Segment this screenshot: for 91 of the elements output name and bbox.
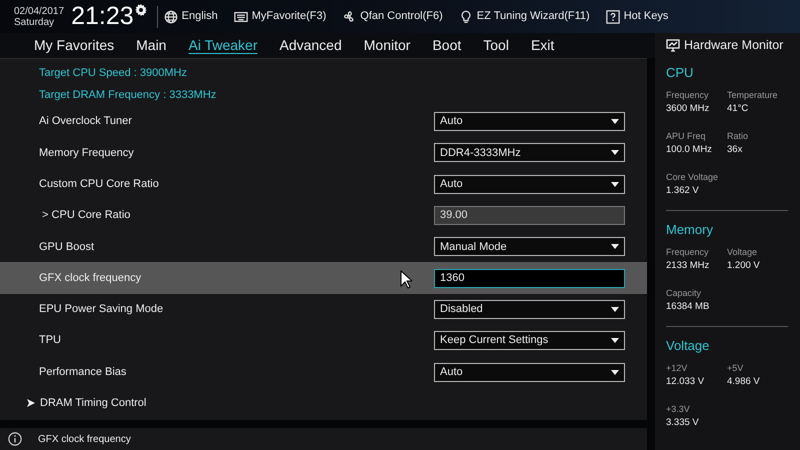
- weekday-text: Saturday: [14, 16, 56, 28]
- setting-label: TPU: [39, 333, 61, 348]
- metric-label: +3.3V: [666, 403, 691, 416]
- setting-row[interactable]: DRAM Timing Control: [0, 388, 647, 419]
- metric-label: Ratio: [727, 130, 750, 143]
- dropdown[interactable]: Disabled: [434, 300, 625, 319]
- fan-icon: [342, 10, 356, 24]
- settings-icon[interactable]: [134, 4, 147, 16]
- help-icon: [606, 10, 620, 24]
- metric-label: Temperature: [727, 89, 779, 102]
- monitor-icon: [666, 39, 680, 52]
- metric-value: 12.033 V: [666, 375, 706, 389]
- setting-label: Performance Bias: [39, 364, 126, 380]
- caret-icon: [611, 306, 619, 312]
- setting-label: Ai Overclock Tuner: [39, 114, 132, 130]
- keyboard-icon: [234, 10, 248, 24]
- mouse-cursor-icon: [400, 270, 412, 289]
- setting-label: > CPU Core Ratio: [41, 208, 130, 224]
- caret-icon: [611, 150, 619, 156]
- caret-icon: [611, 338, 619, 344]
- caret-icon: [611, 119, 619, 124]
- lightbulb-icon: [458, 10, 473, 24]
- nav-tab[interactable]: Exit: [530, 35, 554, 56]
- nav-tab[interactable]: Monitor: [364, 35, 410, 56]
- toolbar-button[interactable]: MyFavorite(F3): [234, 8, 326, 25]
- metric-label: APU Freq: [666, 130, 707, 143]
- info-icon: [8, 432, 22, 446]
- metric-value: 1.200 V: [727, 259, 761, 273]
- toolbar-button[interactable]: English: [164, 8, 218, 25]
- metric-value: 3.335 V: [666, 416, 700, 430]
- metric-label: Frequency: [666, 89, 710, 102]
- nav-tab[interactable]: Boot: [432, 35, 462, 56]
- setting-row[interactable]: TPU Keep Current Settings: [0, 325, 647, 356]
- info-text: Target DRAM Frequency : 3333MHz: [39, 88, 216, 103]
- setting-row[interactable]: GPU Boost Manual Mode: [0, 231, 647, 262]
- globe-icon: [164, 10, 178, 24]
- toolbar-button[interactable]: EZ Tuning Wizard(F11): [458, 8, 590, 25]
- nav-tab[interactable]: Ai Tweaker: [188, 35, 258, 56]
- setting-label: GFX clock frequency: [39, 270, 142, 286]
- nav-tab[interactable]: Tool: [483, 35, 509, 56]
- setting-row[interactable]: > CPU Core Ratio 39.00: [0, 200, 647, 232]
- metric-label: Core Voltage: [666, 171, 720, 184]
- metric-value: 16384 MB: [666, 300, 710, 314]
- metric-label: Voltage: [727, 246, 758, 259]
- setting-row[interactable]: GFX clock frequency 1360: [0, 262, 647, 294]
- dropdown[interactable]: Keep Current Settings: [434, 331, 625, 350]
- dropdown[interactable]: Manual Mode: [434, 237, 625, 256]
- panel-title: Hardware Monitor: [684, 37, 784, 54]
- input-field[interactable]: 1360: [434, 268, 625, 288]
- dropdown[interactable]: Auto: [434, 174, 625, 194]
- section-title: CPU: [666, 64, 694, 82]
- metric-value: 100.0 MHz: [666, 143, 713, 157]
- metric-label: +5V: [727, 362, 744, 375]
- arrow-icon: [27, 399, 35, 408]
- help-text: GFX clock frequency: [38, 433, 131, 447]
- metric-value: 36x: [727, 143, 744, 157]
- date-text: 02/04/2017: [14, 6, 64, 16]
- toolbar-button[interactable]: Qfan Control(F6): [342, 8, 443, 25]
- metric-value: 2133 MHz: [666, 259, 710, 273]
- caret-icon: [611, 182, 619, 187]
- metric-value: 3600 MHz: [666, 102, 710, 116]
- metric-value: 4.986 V: [727, 375, 761, 389]
- nav-tab[interactable]: My Favorites: [34, 35, 114, 56]
- metric-value: 41°C: [727, 102, 750, 116]
- setting-label: Memory Frequency: [39, 146, 134, 161]
- dropdown[interactable]: DDR4-3333MHz: [434, 143, 625, 162]
- metric-label: +12V: [666, 362, 688, 375]
- nav-tab[interactable]: Main: [136, 35, 166, 56]
- nav-tab[interactable]: Advanced: [279, 35, 342, 56]
- dropdown[interactable]: Auto: [434, 362, 625, 382]
- info-text: Target CPU Speed : 3900MHz: [39, 66, 187, 81]
- toolbar-button[interactable]: Hot Keys: [606, 8, 668, 25]
- setting-label: EPU Power Saving Mode: [39, 302, 164, 318]
- setting-row[interactable]: EPU Power Saving Mode Disabled: [0, 294, 647, 326]
- caret-icon: [611, 370, 619, 375]
- section-title: Memory: [666, 221, 714, 240]
- metric-value: 1.362 V: [666, 184, 700, 198]
- metric-label: Frequency: [666, 246, 710, 259]
- caret-icon: [611, 244, 619, 250]
- setting-label: Custom CPU Core Ratio: [39, 176, 159, 192]
- metric-label: Capacity: [666, 287, 702, 300]
- section-title: Voltage: [666, 337, 710, 356]
- setting-row[interactable]: Ai Overclock Tuner Auto: [0, 106, 647, 138]
- setting-row[interactable]: Performance Bias Auto: [0, 356, 647, 388]
- dropdown[interactable]: Auto: [434, 112, 625, 132]
- setting-label: DRAM Timing Control: [40, 396, 146, 412]
- setting-row[interactable]: Custom CPU Core Ratio Auto: [0, 168, 647, 200]
- setting-row[interactable]: Memory Frequency DDR4-3333MHz: [0, 137, 647, 169]
- clock-time: 21:23: [71, 4, 134, 29]
- setting-label: GPU Boost: [39, 240, 94, 255]
- value-field: 39.00: [434, 206, 625, 226]
